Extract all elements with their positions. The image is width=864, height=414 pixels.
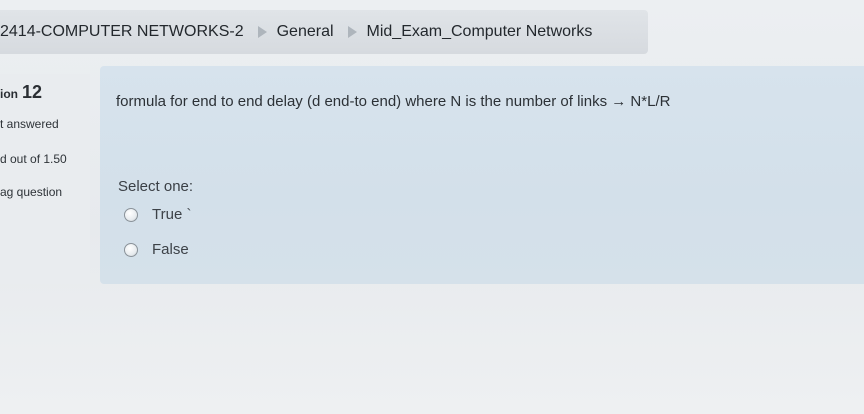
breadcrumb-separator-icon	[347, 26, 357, 38]
answer-option-false[interactable]: False	[124, 241, 189, 258]
answer-option-true[interactable]: True `	[124, 206, 191, 223]
breadcrumb-section-link[interactable]: General	[277, 23, 334, 41]
question-text: formula for end to end delay (d end-to e…	[116, 93, 671, 110]
question-content-panel: formula for end to end delay (d end-to e…	[100, 66, 864, 284]
breadcrumb-quiz-link[interactable]: Mid_Exam_Computer Networks	[367, 23, 593, 41]
answer-prompt: Select one:	[118, 178, 194, 195]
question-mark: d out of 1.50	[0, 152, 67, 166]
question-state: t answered	[0, 117, 59, 131]
breadcrumb-course-link[interactable]: 2414-COMPUTER NETWORKS-2	[0, 23, 244, 41]
breadcrumb-separator-icon	[257, 26, 267, 38]
answer-option-label: False	[152, 241, 189, 258]
flag-question-link[interactable]: ag question	[0, 185, 62, 199]
breadcrumb: 2414-COMPUTER NETWORKS-2 General Mid_Exa…	[0, 10, 648, 54]
question-number: ion 12	[0, 82, 42, 103]
question-number-label: ion	[0, 87, 18, 101]
answer-option-label: True `	[152, 206, 192, 223]
radio-true[interactable]	[124, 207, 138, 222]
radio-false[interactable]	[124, 242, 138, 257]
question-info-panel	[0, 74, 90, 284]
question-number-value: 12	[22, 82, 43, 102]
